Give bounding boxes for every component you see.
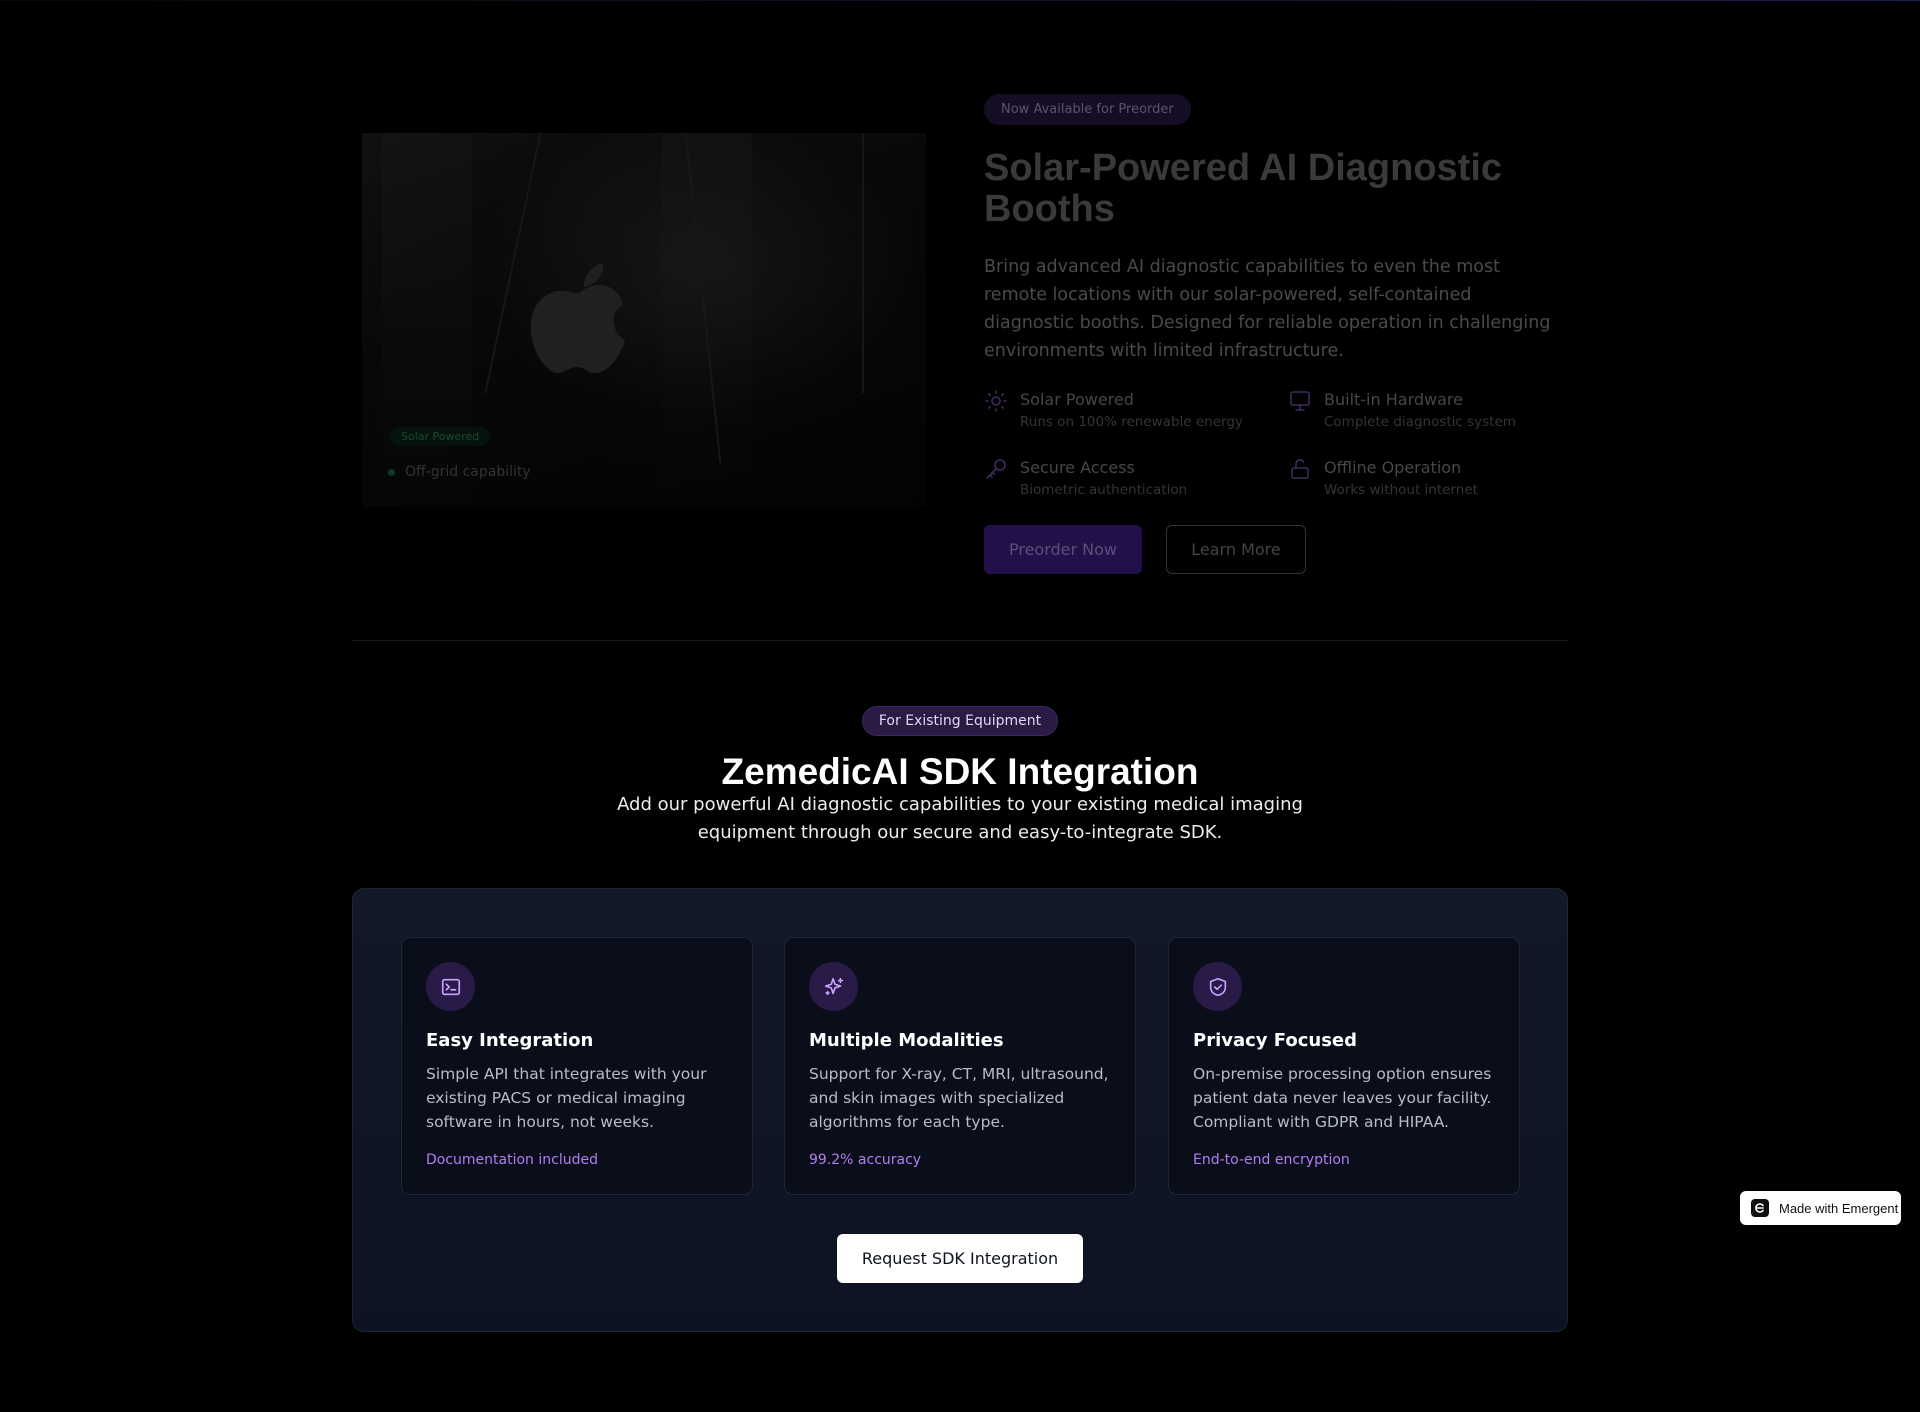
made-with-label: Made with Emergent: [1779, 1200, 1899, 1216]
unlock-icon: [1291, 459, 1309, 479]
feature-offline-operation: Offline Operation Works without internet: [1288, 458, 1478, 500]
feature-grid: Solar Powered Runs on 100% renewable ene…: [984, 390, 1544, 510]
feature-solar-powered: Solar Powered Runs on 100% renewable ene…: [984, 390, 1243, 432]
key-icon: [986, 459, 1006, 479]
preorder-now-button[interactable]: Preorder Now: [984, 525, 1142, 574]
feature-built-in-hardware: Built-in Hardware Complete diagnostic sy…: [1288, 390, 1516, 432]
shield-check-icon: [1209, 977, 1226, 996]
status-dot: [388, 468, 395, 476]
feature-subtitle: Runs on 100% renewable energy: [1020, 414, 1243, 430]
section-divider: [352, 640, 1568, 641]
emergent-logo-icon: [1751, 1199, 1769, 1217]
card-title: Privacy Focused: [1193, 1030, 1358, 1051]
card-easy-integration: Easy Integration Simple API that integra…: [401, 937, 753, 1195]
card-title: Multiple Modalities: [809, 1030, 1004, 1051]
card-privacy-focused: Privacy Focused On-premise processing op…: [1168, 937, 1520, 1195]
feature-title: Solar Powered: [1020, 390, 1134, 409]
hero-title: Solar-Powered AI Diagnostic Booths: [984, 147, 1503, 230]
card-description: Support for X-ray, CT, MRI, ultrasound, …: [809, 1065, 1109, 1131]
request-sdk-integration-button[interactable]: Request SDK Integration: [837, 1234, 1083, 1283]
card-tag: 99.2% accuracy: [809, 1152, 922, 1168]
card-multiple-modalities: Multiple Modalities Support for X-ray, C…: [784, 937, 1136, 1195]
feature-subtitle: Biometric authentication: [1020, 482, 1188, 498]
hero-description: Bring advanced AI diagnostic capabilitie…: [984, 257, 1551, 361]
sdk-section-title: ZemedicAI SDK Integration: [721, 751, 1199, 792]
sparkles-icon: [824, 977, 843, 995]
card-title: Easy Integration: [426, 1030, 594, 1051]
card-tag: Documentation included: [426, 1152, 598, 1168]
card-icon-wrapper: [1193, 962, 1242, 1011]
feature-title: Secure Access: [1020, 458, 1135, 477]
card-icon-wrapper: [809, 962, 858, 1011]
feature-subtitle: Complete diagnostic system: [1324, 414, 1516, 430]
sdk-section-description: Add our powerful AI diagnostic capabilit…: [617, 794, 1303, 843]
top-border: [0, 0, 1920, 1]
terminal-icon: [441, 978, 460, 995]
hero-image: Solar Powered Off-grid capability: [362, 133, 926, 507]
feature-title: Offline Operation: [1324, 458, 1462, 477]
apple-logo-icon: [530, 263, 625, 373]
feature-secure-access: Secure Access Biometric authentication: [984, 458, 1187, 500]
feature-subtitle: Works without internet: [1324, 482, 1478, 498]
solar-powered-badge: Solar Powered: [390, 427, 491, 446]
monitor-icon: [1290, 391, 1310, 411]
feature-title: Built-in Hardware: [1324, 390, 1463, 409]
sun-icon: [985, 390, 1007, 412]
card-tag: End-to-end encryption: [1193, 1152, 1350, 1168]
learn-more-button[interactable]: Learn More: [1166, 525, 1306, 574]
existing-equipment-badge: For Existing Equipment: [862, 706, 1058, 736]
preorder-badge: Now Available for Preorder: [984, 94, 1191, 125]
off-grid-label: Off-grid capability: [405, 464, 531, 480]
card-icon-wrapper: [426, 962, 475, 1011]
card-description: Simple API that integrates with your exi…: [426, 1065, 707, 1131]
card-description: On-premise processing option ensures pat…: [1193, 1065, 1492, 1131]
off-grid-status: Off-grid capability: [388, 464, 531, 480]
made-with-emergent-badge[interactable]: Made with Emergent: [1740, 1191, 1901, 1225]
